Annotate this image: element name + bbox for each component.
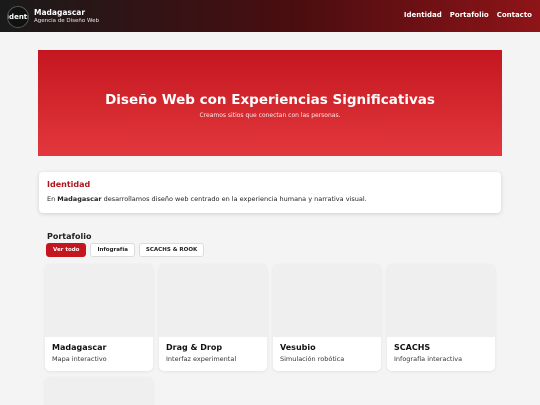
hero-subtitle: Creamos sitios que conectan con las pers… [199,111,341,119]
identity-text-brand: Madagascar [57,195,102,203]
portfolio-filters: Ver todo Infografía SCACHS & ROOK [46,243,205,257]
portfolio-item-name: Drag & Drop [166,343,223,352]
hero-banner: Diseño Web con Experiencias Significativ… [38,50,502,156]
identity-text-prefix: En [47,195,58,203]
identity-text-suffix: desarrollamos diseño web centrado en la … [101,195,367,203]
portfolio-item-madagascar[interactable]: Madagascar Mapa interactivo [45,264,153,371]
nav-link-portafolio[interactable]: Portafolio [450,11,489,19]
hero-title: Diseño Web con Experiencias Significativ… [105,91,435,108]
identity-text: En Madagascar desarrollamos diseño web c… [47,195,493,203]
brand: Madagascar Agencia de Diseño Web [34,8,99,25]
portfolio-item-caption: Madagascar Mapa interactivo [45,337,153,371]
filter-scachs-rook[interactable]: SCACHS & ROOK [138,243,205,257]
brand-tagline: Agencia de Diseño Web [34,18,100,24]
main-nav: Identidad Portafolio Contacto [404,11,532,19]
portfolio-item-desc: Interfaz experimental [166,355,237,363]
portfolio-item-caption: Vesubio Simulación robótica [273,337,381,371]
logo[interactable]: Identi [7,6,29,28]
nav-link-identidad[interactable]: Identidad [404,11,442,19]
portfolio-item-vesubio[interactable]: Vesubio Simulación robótica [273,264,381,371]
identity-card: Identidad En Madagascar desarrollamos di… [39,172,501,213]
portfolio-item-name: Vesubio [280,343,316,352]
nav-link-contacto[interactable]: Contacto [497,11,532,19]
portfolio-item-name: SCACHS [394,343,431,352]
portfolio-item-desc: Simulación robótica [280,355,345,363]
filter-ver-todo[interactable]: Ver todo [46,243,87,257]
portfolio-item-drag-drop[interactable]: Drag & Drop Interfaz experimental [159,264,267,371]
identity-title: Identidad [47,180,91,189]
portfolio-item-desc: Mapa interactivo [52,355,107,363]
portfolio-item-scachs[interactable]: SCACHS Infografía interactiva [387,264,495,371]
portfolio-item-desc: Infografía interactiva [394,355,463,363]
portfolio-item-caption: Drag & Drop Interfaz experimental [159,337,267,371]
portfolio-item-name: Madagascar [52,343,107,352]
filter-infografia[interactable]: Infografía [90,243,135,257]
portfolio-item-caption: SCACHS Infografía interactiva [387,337,495,371]
top-navigation-bar: Identi Madagascar Agencia de Diseño Web … [0,0,540,32]
portfolio-title: Portafolio [47,232,92,241]
brand-name: Madagascar [34,8,86,17]
portfolio-item-thumbnail[interactable] [45,377,153,405]
